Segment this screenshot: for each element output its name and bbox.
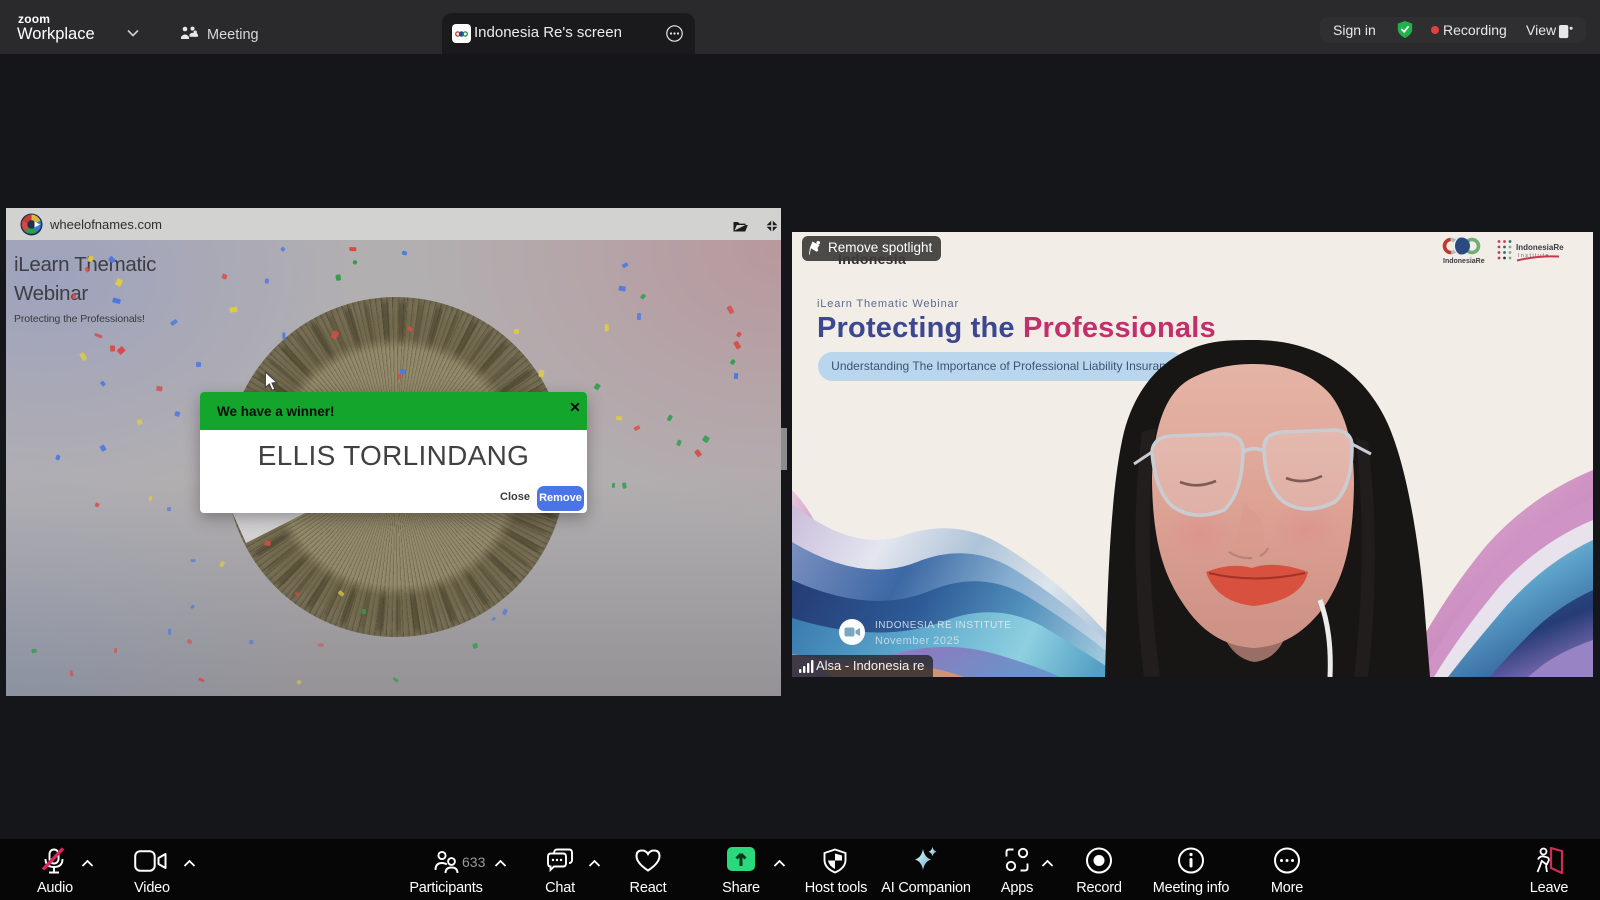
svg-text:IndonesiaRe: IndonesiaRe <box>1443 258 1485 264</box>
svg-text:IndonesiaRe: IndonesiaRe <box>1516 243 1564 252</box>
